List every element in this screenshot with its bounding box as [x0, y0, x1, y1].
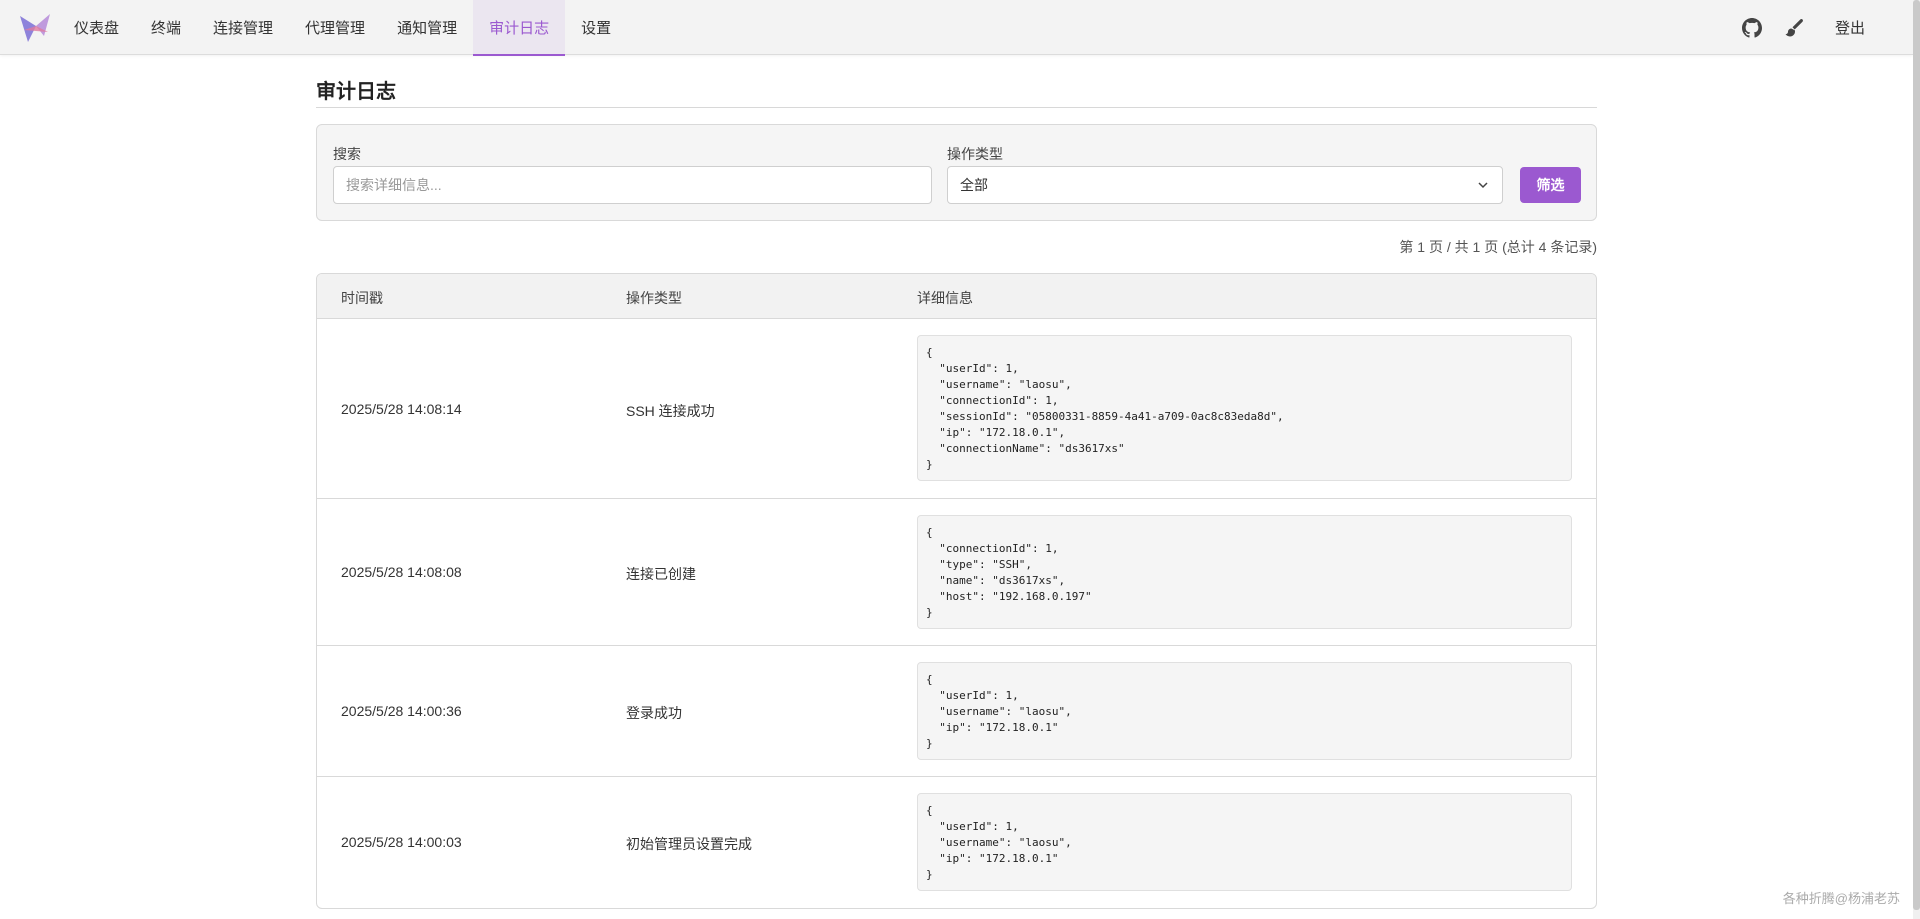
scrollbar-thumb[interactable]: [1913, 0, 1920, 910]
table-header: 时间戳 操作类型 详细信息: [317, 274, 1596, 319]
row-action-type: 初始管理员设置完成: [626, 836, 752, 852]
nav-item-notifications[interactable]: 通知管理: [381, 0, 473, 55]
row-details-json: { "userId": 1, "username": "laosu", "ip"…: [917, 793, 1572, 891]
row-timestamp: 2025/5/28 14:00:36: [341, 703, 462, 719]
search-input[interactable]: 搜索详细信息...: [333, 166, 932, 204]
filter-panel: 搜索 搜索详细信息... 操作类型 全部 筛选: [316, 124, 1597, 221]
page-title: 审计日志: [316, 55, 1597, 108]
row-action-type: 连接已创建: [626, 566, 696, 582]
pagination-info: 第 1 页 / 共 1 页 (总计 4 条记录): [1399, 239, 1597, 255]
nav-item-connections[interactable]: 连接管理: [197, 0, 289, 55]
row-timestamp: 2025/5/28 14:08:08: [341, 564, 462, 580]
row-action-type: SSH 连接成功: [626, 403, 715, 419]
row-action-type: 登录成功: [626, 705, 682, 721]
table-row: 2025/5/28 14:00:36 登录成功 { "userId": 1, "…: [317, 646, 1596, 777]
row-timestamp: 2025/5/28 14:08:14: [341, 401, 462, 417]
header-details: 详细信息: [917, 290, 973, 306]
audit-log-table: 时间戳 操作类型 详细信息 2025/5/28 14:08:14 SSH 连接成…: [316, 273, 1597, 909]
nav-item-proxies[interactable]: 代理管理: [289, 0, 381, 55]
header-action-type: 操作类型: [626, 290, 682, 306]
main-content: 审计日志 搜索 搜索详细信息... 操作类型 全部 筛选 第 1 页 / 共 1…: [316, 55, 1597, 909]
row-details-json: { "userId": 1, "username": "laosu", "con…: [917, 335, 1572, 481]
nav-item-settings[interactable]: 设置: [565, 0, 627, 55]
row-details-json: { "connectionId": 1, "type": "SSH", "nam…: [917, 515, 1572, 629]
table-row: 2025/5/28 14:08:14 SSH 连接成功 { "userId": …: [317, 319, 1596, 499]
action-type-label: 操作类型: [947, 146, 1003, 162]
app-logo-icon[interactable]: [18, 12, 52, 44]
watermark: 各种折腾@杨浦老苏: [1782, 891, 1900, 906]
filter-button[interactable]: 筛选: [1520, 167, 1581, 203]
nav-item-terminal[interactable]: 终端: [135, 0, 197, 55]
table-row: 2025/5/28 14:08:08 连接已创建 { "connectionId…: [317, 499, 1596, 646]
scrollbar[interactable]: [1913, 0, 1920, 919]
action-type-selected-value: 全部: [960, 177, 988, 193]
logout-button[interactable]: 登出: [1825, 17, 1875, 38]
row-timestamp: 2025/5/28 14:00:03: [341, 834, 462, 850]
top-right-actions: 登出: [1741, 0, 1875, 55]
action-type-select[interactable]: 全部: [947, 166, 1503, 204]
nav-item-dashboard[interactable]: 仪表盘: [58, 0, 135, 55]
github-icon[interactable]: [1741, 17, 1763, 39]
top-navbar: 仪表盘 终端 连接管理 代理管理 通知管理 审计日志 设置 登出: [0, 0, 1913, 56]
main-nav: 仪表盘 终端 连接管理 代理管理 通知管理 审计日志 设置: [58, 0, 627, 56]
chevron-down-icon: [1476, 178, 1490, 192]
row-details-json: { "userId": 1, "username": "laosu", "ip"…: [917, 662, 1572, 760]
nav-item-audit-log[interactable]: 审计日志: [473, 0, 566, 56]
search-label: 搜索: [333, 146, 361, 162]
header-timestamp: 时间戳: [341, 290, 383, 306]
table-row: 2025/5/28 14:00:03 初始管理员设置完成 { "userId":…: [317, 777, 1596, 908]
brush-icon[interactable]: [1783, 17, 1805, 39]
